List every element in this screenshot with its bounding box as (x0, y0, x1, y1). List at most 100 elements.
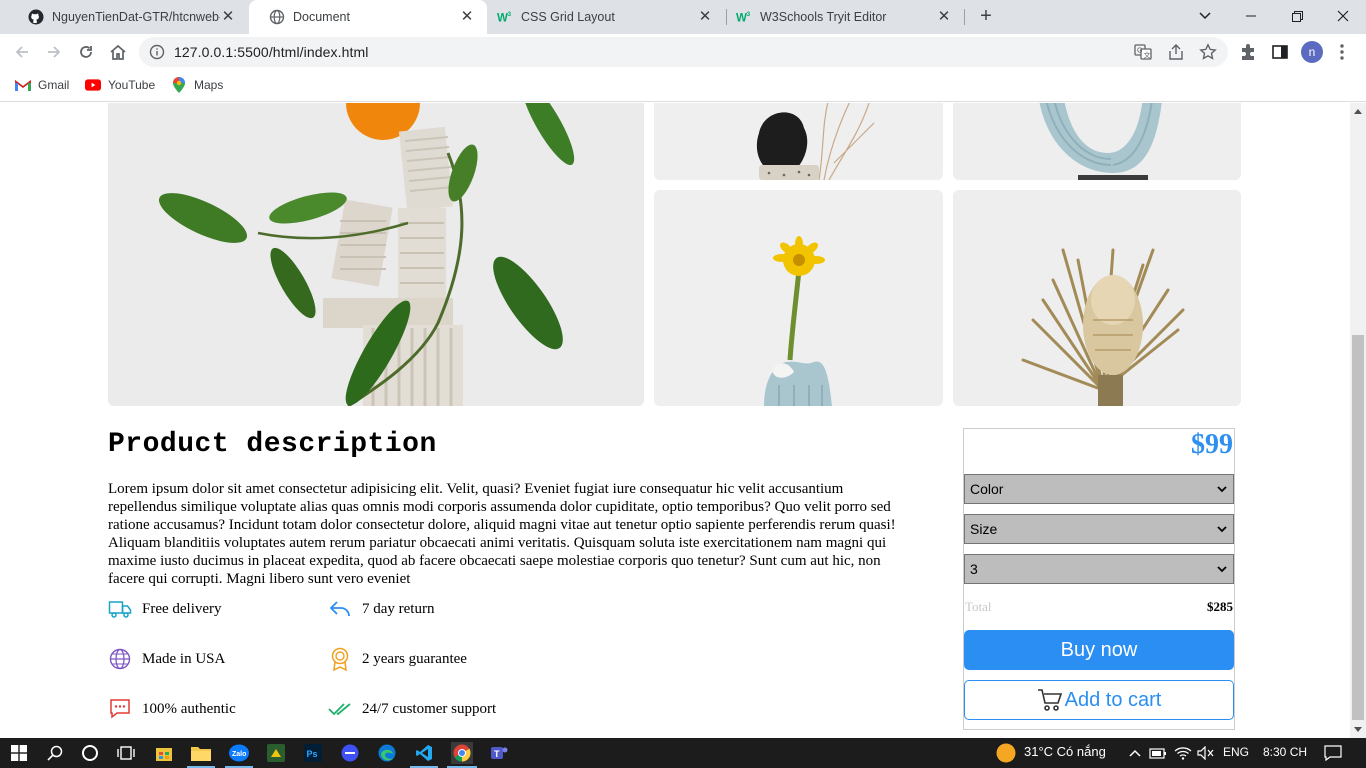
vscode-icon[interactable] (414, 743, 434, 763)
star-icon[interactable] (1199, 43, 1217, 61)
profile-avatar[interactable]: n (1301, 41, 1323, 63)
restore-button[interactable] (1274, 0, 1320, 32)
add-to-cart-label: Add to cart (1064, 688, 1162, 711)
bookmark-label: Gmail (38, 78, 70, 92)
svg-text:W: W (736, 12, 747, 24)
close-icon (1337, 10, 1349, 22)
new-tab-button[interactable]: + (976, 6, 996, 27)
maps-icon (171, 77, 187, 93)
gallery-image-main[interactable] (108, 103, 644, 406)
extensions-icon[interactable] (1239, 43, 1257, 61)
reload-button[interactable] (74, 40, 98, 64)
tab-w3schools-tryit[interactable]: W3 W3Schools Tryit Editor ✕ (716, 0, 964, 34)
globe-icon (269, 9, 285, 25)
total-value: $285 (1207, 599, 1233, 614)
tab-document[interactable]: Document ✕ (249, 0, 487, 34)
browser-toolbar: 127.0.0.1:5500/html/index.html 文G n (0, 34, 1366, 71)
chrome-icon[interactable] (451, 742, 473, 764)
tab-separator (964, 9, 965, 25)
bookmark-maps[interactable]: Maps (171, 77, 223, 93)
globe-icon (108, 647, 132, 671)
close-window-button[interactable] (1320, 0, 1366, 32)
gallery-image-4[interactable] (654, 190, 943, 406)
scrollbar-thumb[interactable] (1352, 335, 1364, 720)
quantity-select[interactable]: 3 (964, 554, 1234, 584)
orange-plant-sculpture-image (108, 103, 644, 406)
url-text[interactable]: 127.0.0.1:5500/html/index.html (174, 44, 368, 60)
home-button[interactable] (106, 40, 130, 64)
chevron-down-icon (1217, 566, 1227, 573)
file-explorer-icon[interactable] (191, 743, 211, 763)
close-icon[interactable]: ✕ (459, 9, 475, 25)
tab-css-grid[interactable]: W3 CSS Grid Layout ✕ (477, 0, 725, 34)
minimize-button[interactable] (1228, 0, 1274, 32)
chevron-down-icon (1217, 486, 1227, 493)
buy-now-button[interactable]: Buy now (964, 630, 1234, 670)
return-arrow-icon (328, 597, 352, 621)
store-icon[interactable] (154, 743, 174, 763)
size-select-value: Size (970, 521, 998, 537)
bookmark-gmail[interactable]: Gmail (15, 77, 69, 93)
info-icon[interactable] (149, 44, 165, 60)
photoshop-icon[interactable]: Ps (303, 743, 323, 763)
tab-search-button[interactable] (1182, 0, 1228, 32)
zalo-icon[interactable]: Zalo (229, 743, 249, 763)
feature-7-day-return: 7 day return (328, 597, 434, 621)
battery-icon[interactable] (1148, 743, 1168, 763)
notification-icon[interactable] (1323, 743, 1343, 763)
w3schools-icon: W3 (736, 9, 752, 25)
black-vase-dry-branches-image (654, 103, 943, 180)
svg-text:Zalo: Zalo (232, 751, 246, 758)
weather-text[interactable]: 31°C Có nắng (1024, 744, 1106, 759)
double-check-icon (328, 697, 352, 721)
app-icon[interactable] (266, 743, 286, 763)
gallery-image-5[interactable] (953, 190, 1241, 406)
product-description-text: Lorem ipsum dolor sit amet consectetur a… (108, 481, 896, 587)
cortana-icon[interactable] (80, 743, 100, 763)
close-icon[interactable]: ✕ (936, 9, 952, 25)
language-indicator[interactable]: ENG (1223, 745, 1249, 759)
feature-label: Free delivery (142, 600, 222, 617)
teams-icon[interactable]: T (489, 743, 509, 763)
chat-dots-icon (108, 697, 132, 721)
tab-title: W3Schools Tryit Editor (760, 10, 887, 24)
translate-icon[interactable]: 文G (1134, 43, 1152, 61)
tab-github[interactable]: NguyenTienDat-GTR/htcnweb-ba ✕ (8, 0, 248, 34)
chevron-up-icon[interactable] (1125, 743, 1145, 763)
feature-made-in-usa: Made in USA (108, 647, 225, 671)
close-icon[interactable]: ✕ (697, 9, 713, 25)
cart-icon (1037, 689, 1062, 711)
more-menu-icon[interactable] (1339, 42, 1345, 62)
svg-text:3: 3 (508, 11, 512, 18)
task-view-icon[interactable] (116, 743, 136, 763)
scroll-down-icon[interactable] (1354, 727, 1362, 732)
size-select[interactable]: Size (964, 514, 1234, 544)
close-icon[interactable]: ✕ (220, 9, 236, 25)
share-icon[interactable] (1167, 43, 1185, 61)
volume-icon[interactable] (1196, 743, 1216, 763)
wifi-icon[interactable] (1173, 743, 1193, 763)
bookmark-youtube[interactable]: YouTube (85, 77, 155, 93)
feature-label: 2 years guarantee (362, 650, 467, 667)
back-button[interactable] (10, 40, 34, 64)
app-menu-icon[interactable] (340, 743, 360, 763)
clock[interactable]: 8:30 CH (1263, 745, 1307, 759)
gallery-image-2[interactable] (654, 103, 943, 180)
forward-button[interactable] (42, 40, 66, 64)
svg-text:W: W (497, 12, 508, 24)
scroll-up-icon[interactable] (1354, 109, 1362, 114)
gallery-image-3[interactable] (953, 103, 1241, 180)
address-bar[interactable]: 127.0.0.1:5500/html/index.html 文G (139, 37, 1228, 67)
color-select[interactable]: Color (964, 474, 1234, 504)
side-panel-icon[interactable] (1271, 43, 1289, 61)
weather-icon[interactable] (996, 743, 1016, 763)
search-icon[interactable] (45, 743, 65, 763)
page-scrollbar[interactable] (1350, 103, 1366, 738)
feature-2-years-guarantee: 2 years guarantee (328, 647, 467, 671)
add-to-cart-button[interactable]: Add to cart (964, 680, 1234, 720)
edge-icon[interactable] (377, 743, 397, 763)
restore-icon (1291, 10, 1303, 22)
windows-start-icon[interactable] (9, 743, 29, 763)
feature-label: 100% authentic (142, 700, 236, 717)
yellow-flower-blue-vase-image (654, 190, 943, 406)
